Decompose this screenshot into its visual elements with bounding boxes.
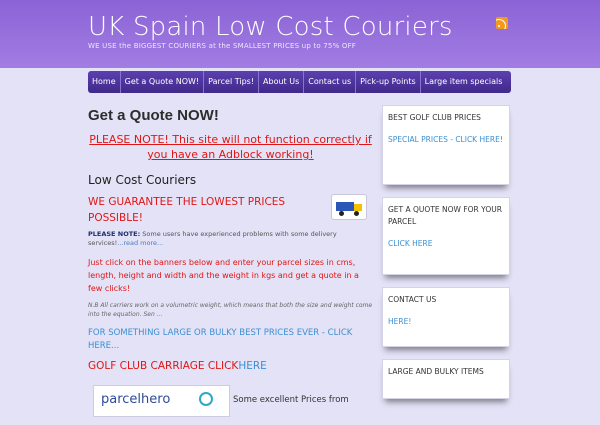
site-tagline: WE USE the BIGGEST COURIERS at the SMALL… — [88, 42, 357, 50]
nav-item-pick-up-points[interactable]: Pick-up Points — [356, 71, 421, 93]
site-title[interactable]: UK Spain Low Cost Couriers — [88, 12, 453, 42]
delivery-note: PLEASE NOTE: Some users have experienced… — [88, 230, 373, 248]
main-content: Get a Quote NOW! PLEASE NOTE! This site … — [88, 104, 373, 425]
adblock-warning: PLEASE NOTE! This site will not function… — [89, 133, 372, 161]
widget-link[interactable]: HERE! — [388, 316, 504, 328]
guarantee-text: WE GUARANTEE THE LOWEST PRICES POSSIBLE! — [88, 196, 286, 224]
golf-carriage-line: GOLF CLUB CARRIAGE CLICKHERE — [88, 359, 373, 373]
page-title: Get a Quote NOW! — [88, 107, 219, 124]
section-title: Low Cost Couriers — [88, 173, 197, 187]
nav-item-parcel-tips[interactable]: Parcel Tips! — [204, 71, 260, 93]
widget-link[interactable]: CLICK HERE — [388, 238, 504, 250]
nav-item-get-a-quote[interactable]: Get a Quote NOW! — [121, 71, 205, 93]
nav-item-large-item-specials[interactable]: Large item specials — [421, 71, 507, 93]
parcelhero-logo-icon — [199, 392, 213, 406]
large-items-link[interactable]: FOR SOMETHING LARGE OR BULKY BEST PRICES… — [88, 327, 373, 353]
site-header: UK Spain Low Cost Couriers WE USE the BI… — [0, 0, 600, 68]
sidebar: BEST GOLF CLUB PRICES SPECIAL PRICES - C… — [382, 105, 510, 411]
widget-contact-us: CONTACT US HERE! — [382, 287, 510, 347]
golf-carriage-link[interactable]: HERE — [238, 360, 266, 372]
widget-title: GET A QUOTE NOW FOR YOUR PARCEL — [388, 205, 502, 226]
nav-item-contact-us[interactable]: Contact us — [304, 71, 357, 93]
widget-get-quote: GET A QUOTE NOW FOR YOUR PARCEL CLICK HE… — [382, 197, 510, 275]
widget-title: CONTACT US — [388, 295, 437, 304]
widget-link[interactable]: SPECIAL PRICES - CLICK HERE! — [388, 134, 504, 146]
widget-title: LARGE AND BULKY ITEMS — [388, 367, 484, 376]
main-nav: Home Get a Quote NOW! Parcel Tips! About… — [88, 71, 511, 93]
widget-large-bulky: LARGE AND BULKY ITEMS — [382, 359, 510, 399]
truck-icon — [331, 194, 367, 220]
widget-title: BEST GOLF CLUB PRICES — [388, 113, 481, 122]
widget-golf-prices: BEST GOLF CLUB PRICES SPECIAL PRICES - C… — [382, 105, 510, 185]
excellent-prices-text: Some excellent Prices from — [233, 395, 349, 405]
note-label: PLEASE NOTE: — [88, 230, 141, 238]
nav-item-home[interactable]: Home — [88, 71, 121, 93]
volumetric-note: N.B All carriers work on a volumetric we… — [88, 302, 373, 318]
banner-row: parcelhero Some excellent Prices from — [88, 385, 373, 425]
golf-carriage-text: GOLF CLUB CARRIAGE CLICK — [88, 360, 239, 372]
guarantee-row: WE GUARANTEE THE LOWEST PRICES POSSIBLE! — [88, 194, 373, 226]
read-more-link[interactable]: ...read more... — [117, 239, 163, 247]
rss-icon[interactable] — [496, 17, 508, 29]
instructions-text: Just click on the banners below and ente… — [88, 258, 359, 293]
nav-item-about-us[interactable]: About Us — [259, 71, 305, 93]
parcelhero-banner[interactable]: parcelhero — [93, 385, 230, 417]
